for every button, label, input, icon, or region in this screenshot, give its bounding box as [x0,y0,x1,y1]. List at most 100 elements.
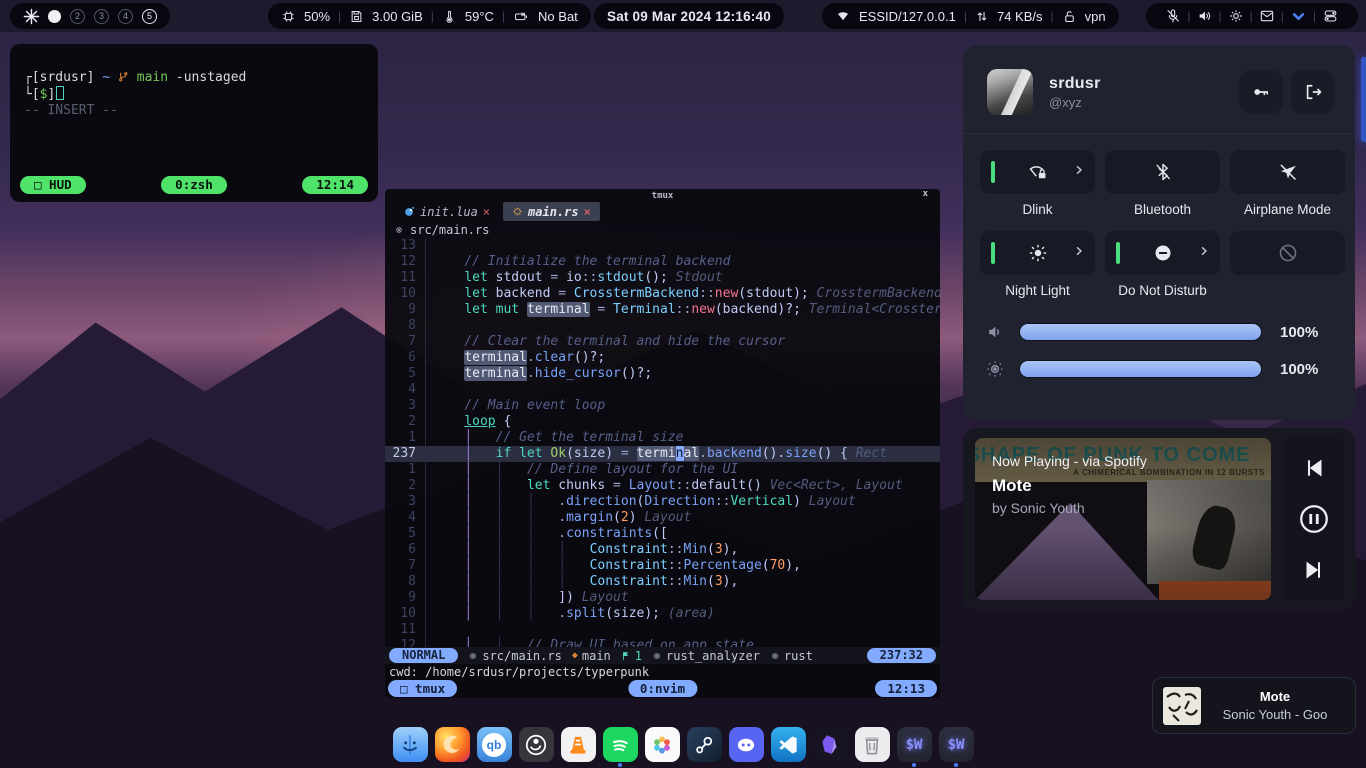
spotify-icon[interactable] [603,727,638,762]
clock-pill[interactable]: Sat 09 Mar 2024 12:16:40 [594,3,784,29]
chevron-down-icon[interactable] [1284,9,1313,24]
dock-item-steam[interactable] [687,727,722,767]
toggles-grid: DlinkBluetoothAirplane ModeNight LightDo… [963,134,1355,312]
toggle-night-light[interactable] [980,231,1095,275]
running-indicator [702,763,706,767]
running-indicator [576,763,580,767]
chevron-right-icon[interactable] [1073,164,1085,176]
prompt-branch: main [137,70,168,85]
dock-item-spotify[interactable] [603,727,638,767]
bluetooth-off-icon [1153,162,1173,182]
dock-item-files[interactable] [393,727,428,767]
qbittorrent-icon[interactable]: qb [477,727,512,762]
code-area[interactable]: 1312 // Initialize the terminal backend1… [385,238,940,647]
dock-item-trash[interactable] [855,727,890,767]
workspace-1[interactable] [48,10,61,23]
stream-widget-1-icon[interactable]: $W [897,727,932,762]
line-number: 9 [385,302,425,318]
lang-gear-icon [770,651,780,661]
brightness-icon [985,359,1005,379]
tab-close-icon[interactable]: × [584,205,591,219]
running-indicator [744,763,748,767]
window-close-button[interactable]: x [923,189,928,199]
dock-item-stream-widget-1[interactable]: $W [897,727,932,767]
photos-icon[interactable] [645,727,680,762]
minus-circle-icon [1153,243,1173,263]
vlc-icon[interactable] [561,727,596,762]
toggle-bluetooth[interactable] [1105,150,1220,194]
lock-keys-button[interactable] [1239,70,1283,114]
line-number: 9 [385,590,425,606]
running-indicator [912,763,916,767]
toggle-dlink[interactable] [980,150,1095,194]
window-title: tmux [652,191,674,201]
toggle-airplane-mode[interactable] [1230,150,1345,194]
terminal-window[interactable]: ┌[srdusr] ~ main -unstaged └[$] -- INSER… [10,44,378,202]
dock-item-obs[interactable] [519,727,554,767]
files-icon[interactable] [393,727,428,762]
workspace-3[interactable]: 3 [94,9,109,24]
dock-item-obsidian[interactable] [813,727,848,767]
systray-icon[interactable] [1316,8,1345,24]
tmux-session-pill[interactable]: 0:zsh [161,176,227,194]
code-line: 4 │ │ │ .margin(2) Layout [385,510,940,526]
logout-button[interactable] [1291,70,1335,114]
dock-item-discord[interactable] [729,727,764,767]
dock-item-stream-widget-2[interactable]: $W [939,727,974,767]
line-number: 6 [385,542,425,558]
dock-item-vscode[interactable] [771,727,806,767]
notification-popup[interactable]: Mote Sonic Youth - Goo [1152,677,1356,734]
previous-track-button[interactable] [1302,456,1326,480]
workspace-5[interactable]: 5 [142,9,157,24]
tmux-session-pill[interactable]: 0:nvim [628,680,697,697]
temperature-icon [442,9,457,24]
obsidian-icon[interactable] [813,727,848,762]
prompt-git-status: -unstaged [176,70,246,85]
dock-item-photos[interactable] [645,727,680,767]
firefox-icon[interactable] [435,727,470,762]
tab-label: main.rs [528,205,579,219]
pause-button[interactable] [1297,502,1331,536]
messages-icon[interactable] [1253,8,1281,24]
next-track-button[interactable] [1302,558,1326,582]
volume-slider[interactable] [1019,323,1262,341]
tab-main-rs[interactable]: main.rs × [503,202,600,221]
workspace-2[interactable]: 2 [70,9,85,24]
tmux-hud-pill[interactable]: □ HUD [20,176,86,194]
mic-muted-icon[interactable] [1159,8,1187,24]
line-number: 2 [385,478,425,494]
obs-icon[interactable] [519,727,554,762]
volume-icon[interactable] [1191,8,1219,24]
line-number: 10 [385,606,425,622]
running-indicator [492,763,496,767]
dock-item-label: $W [906,737,923,753]
steam-icon[interactable] [687,727,722,762]
discord-icon[interactable] [729,727,764,762]
dock-item-qbittorrent[interactable]: qb [477,727,512,767]
chevron-right-icon[interactable] [1073,245,1085,257]
trash-icon[interactable] [855,727,890,762]
workspace-4[interactable]: 4 [118,9,133,24]
tab-close-icon[interactable]: × [483,205,490,219]
launcher-flower-icon[interactable] [23,8,40,25]
dock-item-vlc[interactable] [561,727,596,767]
stream-widget-2-icon[interactable]: $W [939,727,974,762]
code-line: 11 [385,622,940,638]
lua-icon [404,206,415,217]
user-handle: @xyz [1049,95,1101,110]
toggle-do-not-disturb[interactable] [1105,231,1220,275]
tmux-left-pill[interactable]: □ tmux [388,680,457,697]
qbittorrent-glyph: qb [482,733,506,757]
brightness-slider[interactable] [1019,360,1262,378]
dock-item-firefox[interactable] [435,727,470,767]
tab-init-lua[interactable]: init.lua × [395,202,499,221]
editor-tmux-bar: □ tmux 0:nvim 12:13 [385,679,940,698]
toggle-blocked[interactable] [1230,231,1345,275]
running-indicator [828,763,832,767]
vscode-icon[interactable] [771,727,806,762]
chevron-right-icon[interactable] [1198,245,1210,257]
statusline-lsp: rust_analyzer [652,649,760,663]
editor-window[interactable]: tmux x init.lua × main.rs × src/main.rs … [385,189,940,698]
settings-gear-icon[interactable] [1222,8,1250,24]
user-name: srdusr [1049,75,1101,93]
